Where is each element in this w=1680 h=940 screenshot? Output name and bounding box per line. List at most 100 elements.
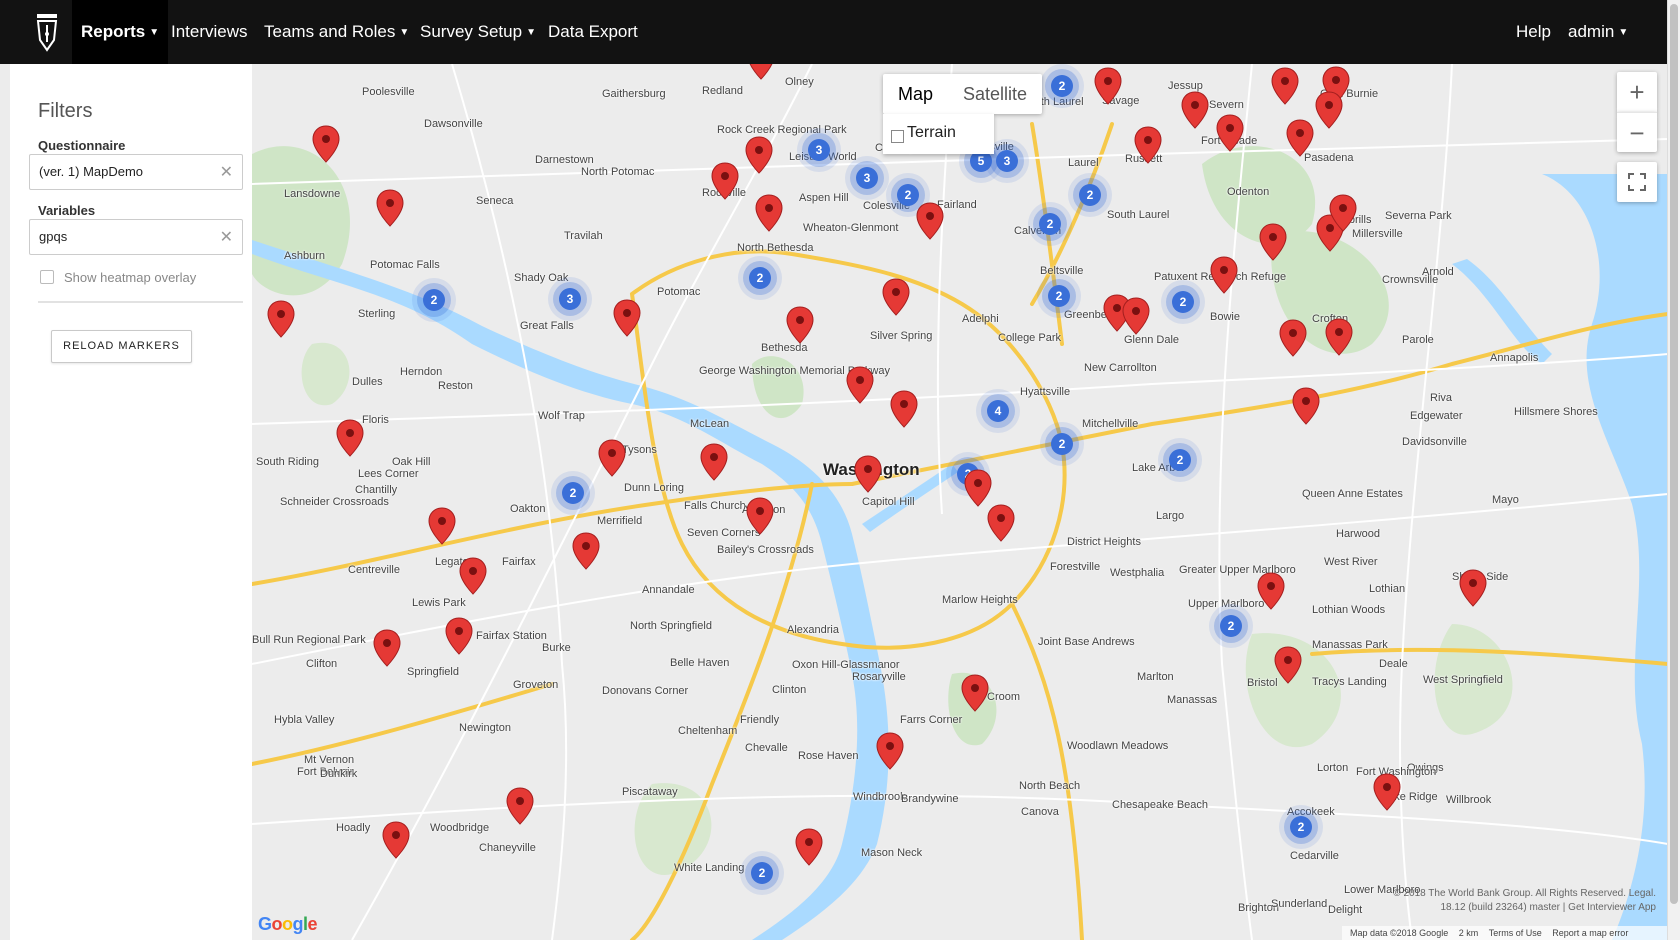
marker-cluster[interactable]: 4 [987, 400, 1009, 422]
nav-data-export[interactable]: Data Export [548, 0, 638, 64]
map-marker-pin[interactable] [1257, 572, 1285, 610]
map-marker-pin[interactable] [382, 821, 410, 859]
heatmap-checkbox[interactable] [40, 270, 54, 284]
map-marker-pin[interactable] [506, 787, 534, 825]
fullscreen-icon [1628, 173, 1646, 191]
place-label: Mayo [1492, 494, 1519, 506]
place-label: Lothian [1369, 583, 1406, 595]
map-marker-pin[interactable] [428, 507, 456, 545]
marker-cluster[interactable]: 2 [1051, 75, 1073, 97]
nav-user-menu[interactable]: admin ▼ [1568, 0, 1628, 64]
report-error-link[interactable]: Report a map error [1552, 928, 1628, 938]
nav-reports[interactable]: Reports ▼ [72, 0, 169, 64]
page-scrollbar[interactable] [1667, 0, 1680, 940]
map-type-map-button[interactable]: Map [883, 74, 948, 114]
map-marker-pin[interactable] [1315, 91, 1343, 129]
terms-link[interactable]: Terms of Use [1489, 928, 1542, 938]
map-marker-pin[interactable] [1274, 646, 1302, 684]
map-marker-pin[interactable] [1259, 223, 1287, 261]
nav-survey-setup[interactable]: Survey Setup ▼ [420, 0, 536, 64]
reload-markers-button[interactable]: RELOAD MARKERS [51, 330, 192, 363]
map-marker-pin[interactable] [1329, 194, 1357, 232]
map-marker-pin[interactable] [1181, 91, 1209, 129]
map-marker-pin[interactable] [795, 828, 823, 866]
nav-help[interactable]: Help [1516, 0, 1551, 64]
marker-cluster[interactable]: 2 [423, 289, 445, 311]
map-marker-pin[interactable] [1122, 297, 1150, 335]
map-marker-pin[interactable] [1210, 256, 1238, 294]
questionnaire-select[interactable]: (ver. 1) MapDemo ✕ [29, 154, 243, 190]
marker-cluster[interactable]: 3 [808, 139, 830, 161]
map-marker-pin[interactable] [459, 557, 487, 595]
map-marker-pin[interactable] [1459, 569, 1487, 607]
variables-select[interactable]: gpqs ✕ [29, 219, 243, 255]
map-marker-pin[interactable] [876, 732, 904, 770]
map-marker-pin[interactable] [747, 64, 775, 80]
map-marker-pin[interactable] [373, 629, 401, 667]
map-marker-pin[interactable] [882, 278, 910, 316]
marker-cluster[interactable]: 2 [751, 862, 773, 884]
map-scale[interactable]: 2 km [1459, 928, 1479, 938]
marker-cluster[interactable]: 3 [559, 288, 581, 310]
zoom-out-button[interactable]: − [1617, 112, 1657, 152]
marker-cluster[interactable]: 2 [562, 482, 584, 504]
attribution-line-2[interactable]: 18.12 (build 23264) master | Get Intervi… [1393, 901, 1657, 915]
marker-cluster[interactable]: 2 [1051, 433, 1073, 455]
map-marker-pin[interactable] [1373, 773, 1401, 811]
terrain-toggle[interactable]: Terrain [883, 114, 994, 154]
map-marker-pin[interactable] [786, 306, 814, 344]
map-marker-pin[interactable] [1286, 119, 1314, 157]
place-label: Queen Anne Estates [1302, 488, 1403, 500]
scrollbar-thumb[interactable] [1670, 4, 1678, 904]
map-marker-pin[interactable] [846, 366, 874, 404]
nav-interviews[interactable]: Interviews [171, 0, 248, 64]
marker-cluster[interactable]: 2 [1172, 291, 1194, 313]
map-marker-pin[interactable] [1134, 126, 1162, 164]
map-marker-pin[interactable] [572, 532, 600, 570]
map-marker-pin[interactable] [1292, 387, 1320, 425]
fullscreen-button[interactable] [1617, 162, 1657, 202]
map-marker-pin[interactable] [745, 136, 773, 174]
map-marker-pin[interactable] [1325, 318, 1353, 356]
marker-cluster[interactable]: 2 [1039, 213, 1061, 235]
marker-cluster[interactable]: 2 [749, 267, 771, 289]
map-marker-pin[interactable] [987, 504, 1015, 542]
map-marker-pin[interactable] [746, 497, 774, 535]
marker-cluster[interactable]: 3 [996, 150, 1018, 172]
map-marker-pin[interactable] [916, 202, 944, 240]
clear-icon[interactable]: ✕ [220, 162, 233, 182]
map-marker-pin[interactable] [711, 162, 739, 200]
marker-cluster[interactable]: 2 [1048, 285, 1070, 307]
map-marker-pin[interactable] [376, 189, 404, 227]
map-marker-pin[interactable] [267, 300, 295, 338]
map-marker-pin[interactable] [1279, 319, 1307, 357]
map-type-satellite-button[interactable]: Satellite [948, 74, 1042, 114]
map-marker-pin[interactable] [1094, 67, 1122, 105]
map-marker-pin[interactable] [613, 299, 641, 337]
map-canvas[interactable]: Poolesville Dawsonville Gaithersburg Redlan… [252, 64, 1668, 940]
marker-cluster[interactable]: 2 [1290, 816, 1312, 838]
marker-cluster[interactable]: 2 [1169, 449, 1191, 471]
map-marker-pin[interactable] [964, 469, 992, 507]
map-marker-pin[interactable] [755, 194, 783, 232]
map-marker-pin[interactable] [445, 617, 473, 655]
map-marker-pin[interactable] [336, 419, 364, 457]
marker-cluster[interactable]: 3 [856, 167, 878, 189]
clear-icon[interactable]: ✕ [220, 227, 233, 247]
map-marker-pin[interactable] [312, 125, 340, 163]
nav-teams-and-roles[interactable]: Teams and Roles ▼ [264, 0, 409, 64]
map-marker-pin[interactable] [854, 455, 882, 493]
map-marker-pin[interactable] [890, 390, 918, 428]
map-marker-pin[interactable] [1216, 114, 1244, 152]
zoom-in-button[interactable]: + [1617, 72, 1657, 112]
marker-cluster[interactable]: 2 [1079, 184, 1101, 206]
nav-user-label: admin [1568, 22, 1615, 41]
marker-cluster[interactable]: 2 [1220, 615, 1242, 637]
pen-nib-icon[interactable] [32, 12, 62, 52]
map-marker-pin[interactable] [1271, 67, 1299, 105]
map-marker-pin[interactable] [598, 439, 626, 477]
map-marker-pin[interactable] [961, 674, 989, 712]
map-marker-pin[interactable] [700, 443, 728, 481]
terrain-checkbox[interactable] [891, 130, 904, 143]
place-label: Delight [1328, 904, 1363, 916]
